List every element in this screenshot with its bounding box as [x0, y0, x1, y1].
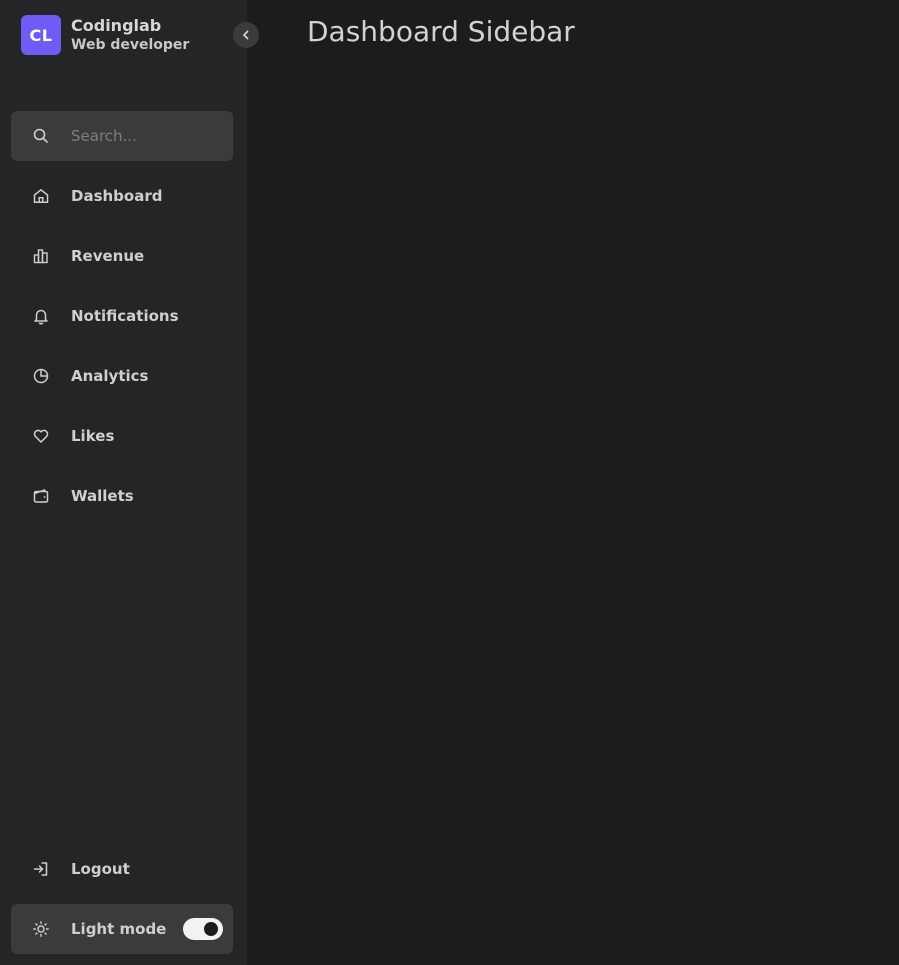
brand-logo: CL — [21, 15, 61, 55]
sidebar-item-label: Revenue — [71, 247, 145, 265]
home-icon — [11, 187, 71, 205]
pie-chart-icon — [11, 367, 71, 385]
sidebar-collapse-button[interactable] — [233, 22, 259, 48]
mode-toggle-row[interactable]: Light mode — [11, 904, 233, 954]
switch-knob — [204, 922, 218, 936]
sidebar: CL Codinglab Web developer Dashboard Rev… — [0, 0, 259, 965]
brand-text: Codinglab Web developer — [71, 16, 189, 55]
sun-icon — [11, 920, 71, 938]
sidebar-item-label: Dashboard — [71, 187, 163, 205]
chevron-left-icon — [240, 29, 252, 41]
sidebar-item-label: Analytics — [71, 367, 149, 385]
search-box[interactable] — [11, 111, 233, 161]
heart-icon — [11, 427, 71, 445]
brand-header: CL Codinglab Web developer — [21, 15, 189, 55]
logout-icon — [11, 860, 71, 878]
wallet-icon — [11, 487, 71, 505]
brand-role: Web developer — [71, 37, 190, 54]
brand-name: Codinglab — [71, 15, 162, 35]
sidebar-item-wallets[interactable]: Wallets — [11, 471, 233, 521]
mode-label: Light mode — [71, 920, 167, 938]
sidebar-item-label: Notifications — [71, 307, 179, 325]
sidebar-item-dashboard[interactable]: Dashboard — [11, 171, 233, 221]
dark-mode-switch[interactable] — [183, 918, 223, 940]
sidebar-item-likes[interactable]: Likes — [11, 411, 233, 461]
sidebar-item-analytics[interactable]: Analytics — [11, 351, 233, 401]
search-icon — [11, 127, 71, 145]
search-input[interactable] — [71, 127, 221, 145]
sidebar-item-label: Likes — [71, 427, 115, 445]
sidebar-item-label: Wallets — [71, 487, 134, 505]
logout-button[interactable]: Logout — [11, 844, 233, 894]
bar-chart-icon — [11, 247, 71, 265]
logout-label: Logout — [71, 860, 130, 878]
bell-icon — [11, 307, 71, 325]
sidebar-item-notifications[interactable]: Notifications — [11, 291, 233, 341]
sidebar-item-revenue[interactable]: Revenue — [11, 231, 233, 281]
page-title: Dashboard Sidebar — [307, 15, 575, 48]
